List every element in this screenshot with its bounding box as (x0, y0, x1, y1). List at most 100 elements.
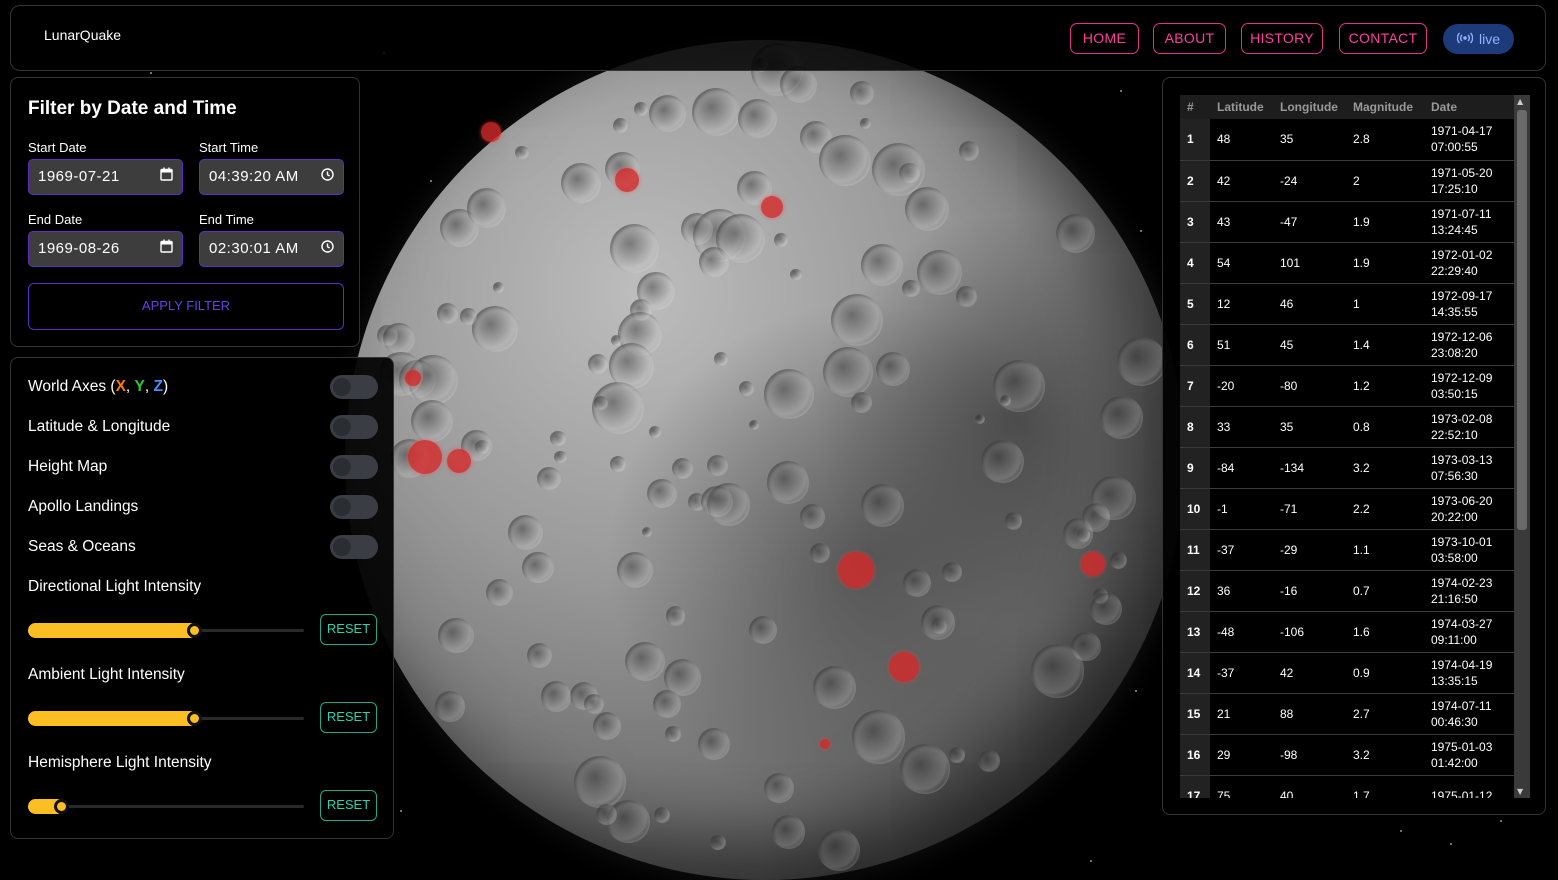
longitude-cell: -24 (1273, 160, 1346, 201)
longitude-cell: -106 (1273, 611, 1346, 652)
apollo-landings-toggle[interactable] (330, 495, 378, 519)
date-value: 1973-10-01 (1431, 534, 1513, 550)
crater (617, 552, 653, 588)
directional-light-reset-button[interactable]: RESET (320, 614, 377, 645)
hemisphere-light-reset-button[interactable]: RESET (320, 790, 377, 821)
lat-long-toggle[interactable] (330, 415, 378, 439)
directional-light-slider[interactable] (28, 629, 304, 632)
time-value: 07:00:55 (1431, 139, 1513, 155)
brand-logo[interactable]: LunarQuake (44, 27, 121, 43)
table-row[interactable]: 5124611972-09-1714:35:55 (1180, 283, 1514, 324)
start-date-input[interactable]: 1969-07-21 (28, 159, 183, 195)
table-scrollbar[interactable]: ▲ ▼ (1514, 95, 1530, 798)
seas-oceans-toggle[interactable] (330, 535, 378, 559)
crater (588, 354, 608, 374)
start-time-input[interactable]: 04:39:20 AM (199, 159, 344, 195)
calendar-icon[interactable] (160, 232, 173, 265)
table-row[interactable]: 14-37420.91974-04-1913:35:15 (1180, 652, 1514, 693)
clock-icon[interactable] (321, 232, 334, 265)
table-row[interactable]: 651451.41972-12-0623:08:20 (1180, 324, 1514, 365)
ambient-light-slider[interactable] (28, 717, 304, 720)
quake-marker[interactable] (481, 122, 501, 142)
height-map-toggle[interactable] (330, 455, 378, 479)
quake-marker[interactable] (889, 652, 919, 682)
toggle-knob (333, 498, 351, 516)
column-header[interactable]: # (1180, 95, 1210, 119)
table-row[interactable]: 833350.81973-02-0822:52:10 (1180, 406, 1514, 447)
crater (978, 750, 1000, 772)
slider-thumb[interactable] (187, 623, 202, 638)
quake-marker[interactable] (820, 739, 830, 749)
scroll-down-arrow-icon[interactable]: ▼ (1517, 787, 1523, 796)
table-row[interactable]: 13-48-1061.61974-03-2709:11:00 (1180, 611, 1514, 652)
scrollbar-thumb[interactable] (1517, 110, 1527, 530)
time-value: 17:25:10 (1431, 181, 1513, 197)
table-row[interactable]: 4541011.91972-01-0222:29:40 (1180, 242, 1514, 283)
crater (486, 579, 513, 606)
magnitude-cell: 1 (1346, 283, 1424, 324)
magnitude-cell: 1.9 (1346, 242, 1424, 283)
calendar-icon[interactable] (160, 160, 173, 193)
table-row[interactable]: 1775401.71975-01-12 (1180, 775, 1514, 798)
hemisphere-light-slider[interactable] (28, 805, 304, 808)
end-date-input[interactable]: 1969-08-26 (28, 231, 183, 267)
quake-table-container[interactable]: # Latitude Longitude Magnitude Date 1483… (1180, 95, 1530, 798)
crater (710, 835, 725, 850)
longitude-cell: 35 (1273, 406, 1346, 447)
table-row[interactable]: 1629-983.21975-01-0301:42:00 (1180, 734, 1514, 775)
quake-marker[interactable] (615, 168, 639, 192)
quake-marker[interactable] (405, 370, 421, 386)
table-row[interactable]: 9-84-1343.21973-03-1307:56:30 (1180, 447, 1514, 488)
moon-globe-viewport[interactable] (345, 40, 1185, 880)
filter-title: Filter by Date and Time (28, 98, 237, 120)
axis-x-label: X (116, 378, 126, 395)
table-row[interactable]: 148352.81971-04-1707:00:55 (1180, 119, 1514, 160)
column-header[interactable]: Latitude (1210, 95, 1273, 119)
row-index-cell: 17 (1180, 775, 1210, 798)
scroll-up-arrow-icon[interactable]: ▲ (1517, 97, 1523, 106)
clock-icon[interactable] (321, 160, 334, 193)
column-header[interactable]: Date (1424, 95, 1514, 119)
crater (653, 690, 681, 718)
live-button[interactable]: live (1443, 24, 1514, 54)
nav-about-button[interactable]: ABOUT (1153, 23, 1226, 54)
nav-history-button[interactable]: HISTORY (1241, 23, 1323, 54)
crater (764, 369, 814, 419)
quake-marker[interactable] (447, 449, 471, 473)
world-axes-toggle[interactable] (330, 375, 378, 399)
nav-contact-button[interactable]: CONTACT (1339, 23, 1427, 54)
end-time-input[interactable]: 02:30:01 AM (199, 231, 344, 267)
quake-marker[interactable] (838, 552, 874, 588)
ambient-light-reset-button[interactable]: RESET (320, 702, 377, 733)
table-row[interactable]: 11-37-291.11973-10-0103:58:00 (1180, 529, 1514, 570)
quake-marker[interactable] (408, 440, 442, 474)
quake-marker[interactable] (761, 196, 783, 218)
table-row[interactable]: 1236-160.71974-02-2321:16:50 (1180, 570, 1514, 611)
axis-y-label: Y (135, 378, 145, 395)
crater (1000, 395, 1011, 406)
table-row[interactable]: 10-1-712.21973-06-2020:22:00 (1180, 488, 1514, 529)
nav-home-button[interactable]: HOME (1070, 23, 1139, 54)
longitude-cell: -134 (1273, 447, 1346, 488)
table-row[interactable]: 1521882.71974-07-1100:46:30 (1180, 693, 1514, 734)
column-header[interactable]: Longitude (1273, 95, 1346, 119)
apply-filter-button[interactable]: APPLY FILTER (28, 283, 344, 330)
crater (666, 606, 685, 625)
latitude-cell: 29 (1210, 734, 1273, 775)
column-header[interactable]: Magnitude (1346, 95, 1424, 119)
moon-sphere[interactable] (345, 40, 1185, 880)
magnitude-cell: 3.2 (1346, 447, 1424, 488)
crater (800, 504, 825, 529)
crater (649, 95, 686, 132)
toggle-row-lat-long: Latitude & Longitude (28, 415, 378, 441)
quake-marker[interactable] (1081, 552, 1105, 576)
slider-thumb[interactable] (54, 799, 69, 814)
table-row[interactable]: 7-20-801.21972-12-0903:50:15 (1180, 365, 1514, 406)
slider-thumb[interactable] (187, 711, 202, 726)
crater (654, 807, 670, 823)
table-row[interactable]: 242-2421971-05-2017:25:10 (1180, 160, 1514, 201)
latitude-cell: 21 (1210, 693, 1273, 734)
table-row[interactable]: 343-471.91971-07-1113:24:45 (1180, 201, 1514, 242)
toggle-row-apollo: Apollo Landings (28, 495, 378, 521)
date-value: 1971-04-17 (1431, 123, 1513, 139)
